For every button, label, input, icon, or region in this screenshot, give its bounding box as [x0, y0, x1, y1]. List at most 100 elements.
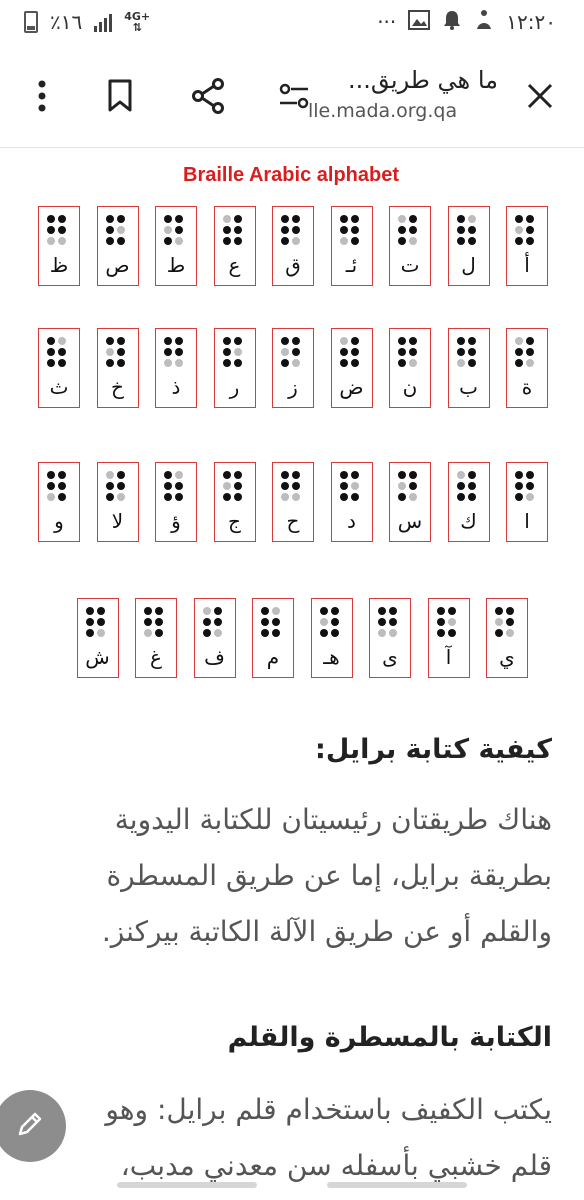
braille-dot [447, 629, 456, 637]
braille-dot [350, 237, 359, 245]
braille-dot [515, 482, 523, 490]
braille-dot [515, 237, 523, 245]
braille-dot [47, 237, 55, 245]
braille-letter: ش [85, 645, 110, 669]
braille-cell: ج [213, 462, 256, 542]
braille-dot [58, 471, 66, 479]
braille-dot [213, 618, 222, 626]
braille-dot [526, 493, 534, 501]
braille-dot [58, 359, 66, 367]
braille-letter: ح [286, 509, 300, 533]
braille-dot [526, 348, 534, 356]
braille-dot [164, 482, 172, 490]
braille-dot [213, 629, 222, 637]
braille-dot [389, 607, 397, 615]
braille-dot [164, 493, 172, 501]
braille-dot [515, 215, 523, 223]
braille-dot [222, 493, 231, 501]
braille-dots [339, 471, 364, 505]
braille-dots [398, 337, 422, 371]
browser-toolbar: ما هي طريق... lle.mada.org.qa [0, 44, 584, 148]
braille-letter: ا [524, 509, 530, 533]
braille-dot [175, 226, 183, 234]
braille-dots [164, 471, 188, 505]
braille-dot [175, 337, 183, 345]
braille-dot [456, 337, 465, 345]
braille-dot [58, 482, 66, 490]
braille-dot [398, 471, 406, 479]
braille-dot [350, 471, 359, 479]
title-block[interactable]: ما هي طريق... lle.mada.org.qa [308, 66, 498, 122]
braille-letter: ف [204, 645, 225, 669]
braille-dots [222, 215, 247, 249]
braille-cell: ل [447, 206, 490, 286]
braille-dot [281, 471, 289, 479]
braille-letter: ى [382, 645, 398, 669]
braille-dot [85, 618, 94, 626]
braille-dot [495, 629, 503, 637]
braille-dot [58, 493, 66, 501]
braille-dots [164, 215, 188, 249]
braille-letter: آ [445, 645, 452, 669]
braille-dot [233, 482, 242, 490]
braille-alphabet-figure: Braille Arabic alphabet أ ل ت ئـ ق ع ط ص ظ ة ب ن ض ز ر… [34, 150, 548, 678]
braille-dots [164, 337, 188, 371]
braille-letter: د [347, 509, 356, 533]
braille-dot [261, 607, 269, 615]
braille-dot [350, 359, 359, 367]
braille-dot [436, 607, 445, 615]
section-heading: كيفية كتابة برايل: [315, 734, 552, 765]
braille-dots [515, 337, 539, 371]
braille-dots [456, 471, 481, 505]
braille-dot [467, 348, 476, 356]
braille-dot [292, 359, 300, 367]
more-menu-icon[interactable] [14, 44, 70, 148]
braille-dot [233, 215, 242, 223]
braille-dots [495, 607, 519, 641]
braille-cell: ث [38, 328, 80, 408]
braille-cell: ش [76, 598, 119, 678]
braille-dot [272, 629, 280, 637]
braille-cell: ق [272, 206, 314, 286]
braille-dot [58, 348, 66, 356]
braille-dot [116, 471, 125, 479]
braille-dot [515, 348, 523, 356]
braille-dot [515, 337, 523, 345]
braille-dot [292, 348, 300, 356]
close-icon[interactable] [512, 44, 568, 148]
braille-dot [58, 337, 66, 345]
braille-cell: ذ [155, 328, 197, 408]
braille-letter: هـ [323, 645, 340, 669]
paragraph-line: بطريقة برايل، إما عن طريق المسطرة [106, 859, 552, 892]
braille-dot [467, 215, 476, 223]
braille-letter: خ [111, 375, 124, 399]
network-type: 4G+ ⇅ [124, 10, 151, 34]
braille-cell: غ [135, 598, 177, 678]
paragraph-line: هناك طريقتان رئيسيتان للكتابة اليدوية [114, 803, 552, 836]
braille-dot [409, 237, 417, 245]
braille-dot [85, 607, 94, 615]
braille-dot [319, 629, 328, 637]
braille-letter: ة [521, 375, 533, 399]
braille-dot [495, 618, 503, 626]
braille-dot [47, 348, 55, 356]
braille-dot [456, 237, 465, 245]
braille-dot [350, 226, 359, 234]
braille-cell: أ [506, 206, 548, 286]
braille-dot [233, 359, 242, 367]
braille-dot [281, 226, 289, 234]
paragraph: يكتب الكفيف باستخدام قلم برايل: وهو قلم … [30, 1082, 552, 1194]
braille-dot [261, 629, 269, 637]
braille-dot [272, 607, 280, 615]
braille-dot [292, 226, 300, 234]
braille-dot [398, 215, 406, 223]
braille-dot [116, 482, 125, 490]
bookmark-icon[interactable] [92, 44, 148, 148]
paragraph-line: يكتب الكفيف باستخدام قلم برايل: وهو [105, 1093, 552, 1126]
braille-dots [47, 215, 71, 249]
braille-dot [175, 493, 183, 501]
braille-letter: ت [400, 253, 420, 277]
braille-dot [409, 215, 417, 223]
share-icon[interactable] [180, 44, 236, 148]
braille-letter: و [54, 509, 64, 533]
